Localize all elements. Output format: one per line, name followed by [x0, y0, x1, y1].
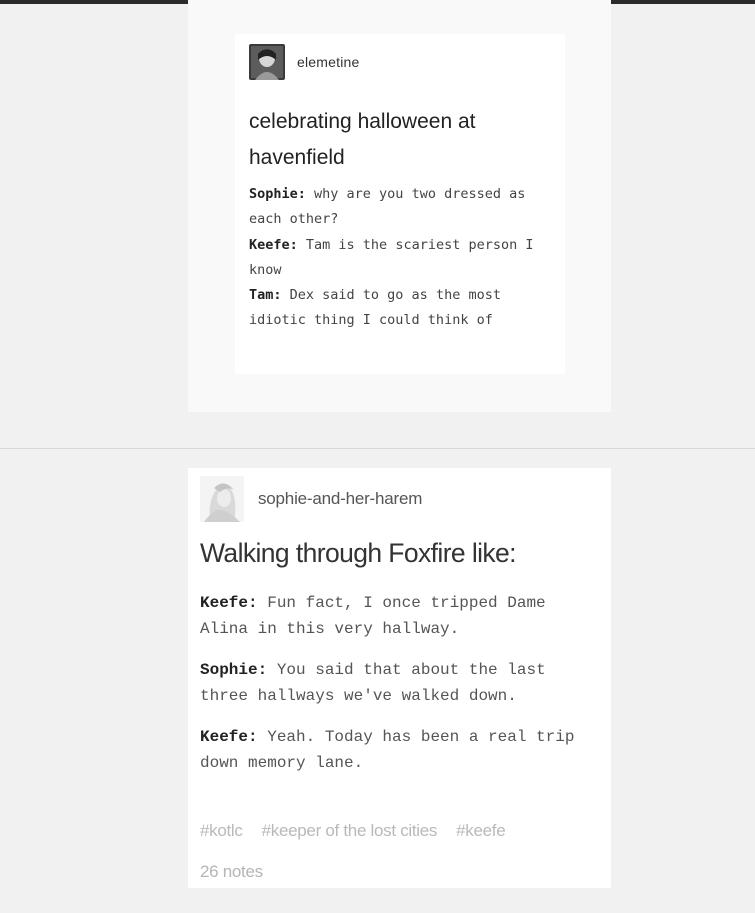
chat-dialogue: Sophie: why are you two dressed as each … [249, 182, 559, 334]
chat-speaker: Tam: [249, 287, 282, 304]
post-title: Walking through Foxfire like: [200, 538, 517, 568]
avatar[interactable] [200, 476, 244, 522]
username-link[interactable]: sophie-and-her-harem [258, 489, 422, 509]
chat-speaker: Keefe: [249, 236, 298, 253]
tag-list: #kotlc #keeper of the lost cities #keefe [200, 821, 524, 841]
tag-link[interactable]: #keeper of the lost cities [262, 821, 438, 840]
chat-dialogue: Keefe: Fun fact, I once tripped Dame Ali… [200, 590, 600, 776]
chat-speaker: Sophie: [249, 186, 306, 202]
original-post: sophie-and-her-harem Walking through Fox… [188, 468, 611, 888]
notes-count[interactable]: 26 notes [200, 862, 263, 882]
chat-line: Sophie: why are you two dressed as each … [249, 182, 559, 233]
chat-line: Keefe: Yeah. Today has been a real trip … [200, 724, 600, 776]
divider [0, 448, 755, 449]
chat-line: Keefe: Tam is the scariest person I know [249, 233, 559, 284]
chat-speaker: Sophie: [200, 661, 268, 679]
chat-line: Keefe: Fun fact, I once tripped Dame Ali… [200, 590, 600, 642]
chat-speaker: Keefe: [200, 728, 258, 746]
tag-link[interactable]: #keefe [456, 821, 506, 840]
username-link[interactable]: elemetine [297, 54, 360, 70]
post-header: sophie-and-her-harem [200, 476, 422, 522]
chat-line: Tam: Dex said to go as the most idiotic … [249, 283, 559, 334]
chat-text: Dex said to go as the most idiotic thing… [249, 287, 501, 329]
post-content: elemetine celebrating halloween at haven… [235, 34, 565, 374]
avatar[interactable] [249, 44, 285, 80]
post-title: celebrating halloween at havenfield [249, 110, 476, 169]
chat-line: Sophie: You said that about the last thr… [200, 657, 600, 709]
tag-link[interactable]: #kotlc [200, 821, 243, 840]
post-header: elemetine [249, 44, 360, 80]
chat-speaker: Keefe: [200, 594, 258, 612]
reblogged-post: elemetine celebrating halloween at haven… [188, 0, 611, 412]
